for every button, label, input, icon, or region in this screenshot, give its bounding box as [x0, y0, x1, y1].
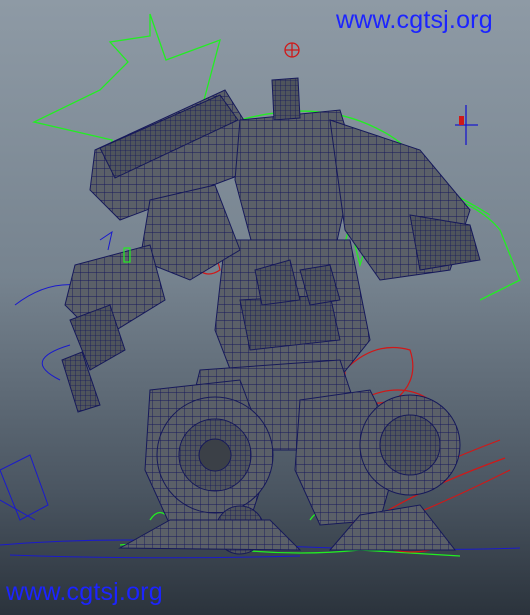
axis-manipulator-icon [455, 105, 478, 145]
robot-wireframe-scene [0, 13, 521, 559]
watermark-bottom: www.cgtsj.org [6, 578, 163, 606]
maya-viewport[interactable]: www.cgtsj.org www.cgtsj.org [0, 0, 530, 615]
locator-crosshair-icon [284, 42, 300, 58]
watermark-top: www.cgtsj.org [336, 6, 493, 34]
robot-mesh [61, 77, 481, 555]
